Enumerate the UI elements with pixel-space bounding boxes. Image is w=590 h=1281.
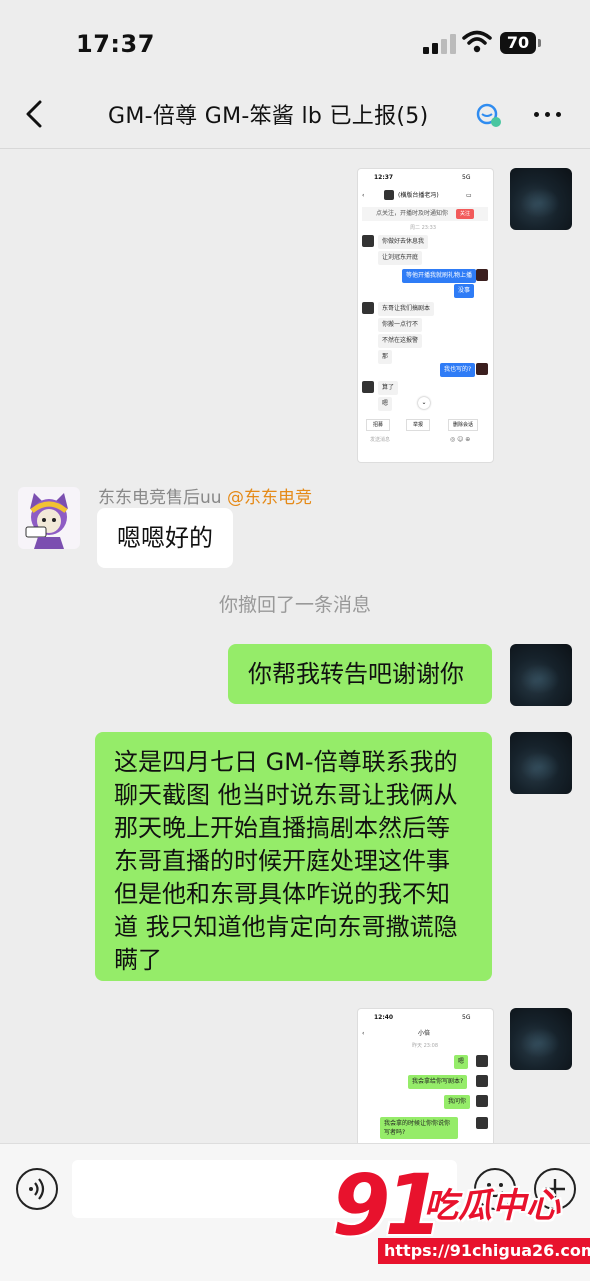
mini-time: 12:37 — [374, 174, 394, 181]
mini-avatar — [362, 302, 374, 314]
mini-notice-bar: 点关注，开播时及时通知你 关注 — [362, 207, 488, 221]
wifi-icon — [462, 30, 492, 53]
chat-screenshot-image-1[interactable]: 12:37 5G ‹ (横版台播老冯) ▭ 点关注，开播时及时通知你 关注 周二… — [357, 168, 494, 463]
message-line: 这是四月七日 GM-倍尊联系我的 — [114, 748, 458, 776]
voice-input-icon[interactable] — [16, 1168, 58, 1210]
mini-avatar — [362, 381, 374, 393]
mini-msg: 等他开播我就刷礼物上播 — [402, 269, 477, 283]
mini-action: 删除会话 — [448, 419, 479, 431]
site-watermark: 91 吃瓜中心 https://91chigua26.com — [332, 1156, 590, 1274]
mini-action: 举报 — [406, 419, 431, 431]
mini-time: 12:40 — [374, 1014, 394, 1021]
mini-msg: 嗯 — [378, 397, 393, 411]
mini-follow-button: 关注 — [456, 209, 474, 219]
sender-tag: @东东电竞 — [226, 488, 312, 508]
mini-msg: 我会拿的时候让你你说你写者吗? — [380, 1117, 458, 1139]
outgoing-long-message-bubble[interactable]: 这是四月七日 GM-倍尊联系我的 聊天截图 他当时说东哥让我俩从 那天晚上开始直… — [95, 732, 492, 981]
status-bar: 17:37 70 — [0, 0, 590, 80]
chat-title: GM-倍尊 GM-笨酱 lb 已上报(5) — [108, 104, 429, 129]
outgoing-message-bubble[interactable]: 你帮我转告吧谢谢你 — [228, 644, 492, 704]
mini-input-icons: ◎ ☺ ⊕ — [450, 436, 471, 443]
mini-date: 昨天 23:08 — [412, 1043, 438, 1049]
message-line: 瞒了 — [114, 946, 162, 974]
mini-avatar — [362, 235, 374, 247]
mini-msg: 我也写的? — [440, 363, 476, 377]
my-avatar[interactable] — [510, 644, 572, 706]
message-line: 道 我只知道他肯定向东哥撒谎隐 — [114, 913, 458, 941]
mini-avatar — [476, 269, 488, 281]
mini-video-icon: ▭ — [466, 192, 472, 199]
mini-msg: 不然在这报警 — [378, 334, 423, 348]
watermark-logo-text: 吃瓜中心 — [424, 1186, 560, 1226]
mini-action: 招募 — [366, 419, 391, 431]
mini-msg: 我会拿给你写剧本? — [408, 1075, 468, 1089]
sender-nickname: 东东电竞售后uu — [98, 488, 222, 508]
message-line: 东哥直播的时候开庭处理这件事 — [114, 847, 450, 875]
mini-msg: 让刘冠东开庭 — [378, 251, 423, 265]
mini-msg: 你搬一点行不 — [378, 318, 423, 332]
mini-scroll-down-icon: ⌄ — [418, 397, 430, 409]
mini-contact: 小倍 — [418, 1030, 431, 1037]
mini-avatar — [476, 1117, 488, 1129]
mini-msg: 东哥让我们搞剧本 — [378, 302, 435, 316]
chat-header: GM-倍尊 GM-笨酱 lb 已上报(5) — [0, 80, 590, 149]
more-options-icon[interactable] — [532, 102, 564, 126]
message-line: 那天晚上开始直播搞剧本然后等 — [114, 814, 450, 842]
recall-notice: 你撤回了一条消息 — [218, 594, 371, 616]
mini-msg: 我问你 — [444, 1095, 471, 1109]
mini-msg: 没事 — [454, 284, 475, 298]
mini-contact: (横版台播老冯) — [398, 192, 439, 199]
mini-msg: 嗯 — [454, 1055, 469, 1069]
my-avatar[interactable] — [510, 732, 572, 794]
my-avatar[interactable] — [510, 1008, 572, 1070]
chat-screenshot-image-2[interactable]: 12:40 5G ‹ 小倍 昨天 23:08 嗯 我会拿给你写剧本? 我问你 我… — [357, 1008, 494, 1144]
message-line: 聊天截图 他当时说东哥让我俩从 — [114, 781, 458, 809]
mini-net: 5G — [462, 1014, 471, 1021]
message-line: 但是他和东哥具体咋说的我不知 — [114, 880, 450, 908]
mini-date: 周二 23:33 — [410, 225, 436, 231]
mini-avatar — [476, 363, 488, 375]
cat-mascot-icon — [25, 493, 68, 549]
mini-msg: 你做好去休息我 — [378, 235, 429, 249]
status-time: 17:37 — [76, 30, 155, 58]
mini-msg: 那 — [378, 350, 393, 364]
my-avatar[interactable] — [510, 168, 572, 230]
mini-avatar — [476, 1055, 488, 1067]
mini-avatar — [476, 1075, 488, 1087]
incoming-message-bubble[interactable]: 嗯嗯好的 — [97, 508, 233, 568]
mini-notice-text: 点关注，开播时及时通知你 — [376, 210, 449, 217]
cellular-signal-icon — [423, 34, 456, 54]
mini-input-placeholder: 发送消息 — [370, 437, 391, 443]
mini-avatar — [476, 1095, 488, 1107]
battery-indicator: 70 — [500, 32, 536, 54]
mini-back-icon: ‹ — [362, 192, 365, 199]
watermark-url: https://91chigua26.com — [378, 1238, 590, 1264]
mini-msg: 算了 — [378, 381, 399, 395]
group-chat-badge-icon — [476, 103, 501, 127]
battery-tip — [538, 39, 541, 47]
mini-net: 5G — [462, 174, 471, 181]
mini-avatar — [384, 190, 394, 200]
sender-avatar[interactable] — [18, 487, 80, 549]
mini-back-icon: ‹ — [362, 1030, 365, 1037]
back-chevron-icon[interactable] — [20, 96, 52, 132]
sender-name: 东东电竞售后uu @东东电竞 — [98, 483, 312, 508]
